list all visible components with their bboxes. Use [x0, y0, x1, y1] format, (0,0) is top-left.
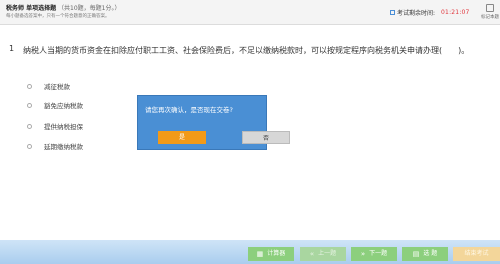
option-label: 减征税款: [44, 83, 70, 91]
confirm-submit-dialog: 请您再次确认，是否现在交卷? 是 否: [137, 95, 290, 150]
calculator-button[interactable]: ▦ 计算器: [248, 247, 294, 261]
timer-value: 01:21:07: [441, 9, 470, 16]
next-label: 下一题: [369, 250, 388, 257]
option-d[interactable]: 延期缴纳税款: [27, 141, 83, 151]
option-c[interactable]: 提供纳税担保: [27, 121, 83, 131]
flag-question-button[interactable]: 标记本题: [480, 4, 500, 22]
confirm-yes-button[interactable]: 是: [158, 131, 206, 144]
grid-icon: ▤: [412, 250, 420, 258]
dialog-message: 请您再次确认，是否现在交卷?: [145, 106, 233, 114]
prev-label: 上一题: [318, 250, 337, 257]
section-subtitle: （共10题，每题1分。）: [58, 5, 121, 12]
calculator-icon: ▦: [256, 250, 264, 258]
calculator-label: 计算器: [267, 250, 286, 257]
question-text: 纳税人当期的货币资金在扣除应付职工工资、社会保险费后，不足以缴纳税款时，可以按规…: [23, 46, 470, 55]
timer-checkbox[interactable]: [390, 10, 395, 15]
prev-question-button[interactable]: « 上一题: [300, 247, 346, 261]
radio-icon[interactable]: [27, 143, 32, 149]
select-label: 选 题: [423, 250, 438, 257]
end-exam-button[interactable]: 结束考试: [453, 247, 500, 261]
question-number: 1: [9, 44, 15, 53]
radio-icon[interactable]: [27, 123, 32, 129]
option-label: 提供纳税担保: [44, 123, 83, 131]
confirm-no-button[interactable]: 否: [242, 131, 290, 144]
select-question-button[interactable]: ▤ 选 题: [402, 247, 448, 261]
radio-icon[interactable]: [27, 83, 32, 89]
section-title: 税务师 单项选择题 （共10题，每题1分。）: [6, 3, 120, 12]
option-b[interactable]: 豁免应纳税款: [27, 100, 83, 110]
exam-header: 税务师 单项选择题 （共10题，每题1分。） 每小题备选答案中，只有一个符合题意…: [0, 0, 500, 25]
section-title-text: 税务师 单项选择题: [6, 5, 57, 12]
option-label: 延期缴纳税款: [44, 143, 83, 151]
radio-icon[interactable]: [27, 102, 32, 108]
flag-icon: [486, 4, 494, 12]
flag-label: 标记本题: [481, 15, 499, 20]
double-chevron-left-icon: «: [309, 250, 315, 258]
double-chevron-right-icon: »: [360, 250, 366, 258]
option-label: 豁免应纳税款: [44, 102, 83, 110]
timer-label: 考试剩余时间:: [397, 10, 436, 17]
exam-timer: 考试剩余时间: 01:21:07: [390, 8, 470, 17]
option-a[interactable]: 减征税款: [27, 81, 70, 91]
section-description: 每小题备选答案中，只有一个符合题意的正确答案。: [6, 14, 110, 19]
next-question-button[interactable]: » 下一题: [351, 247, 397, 261]
